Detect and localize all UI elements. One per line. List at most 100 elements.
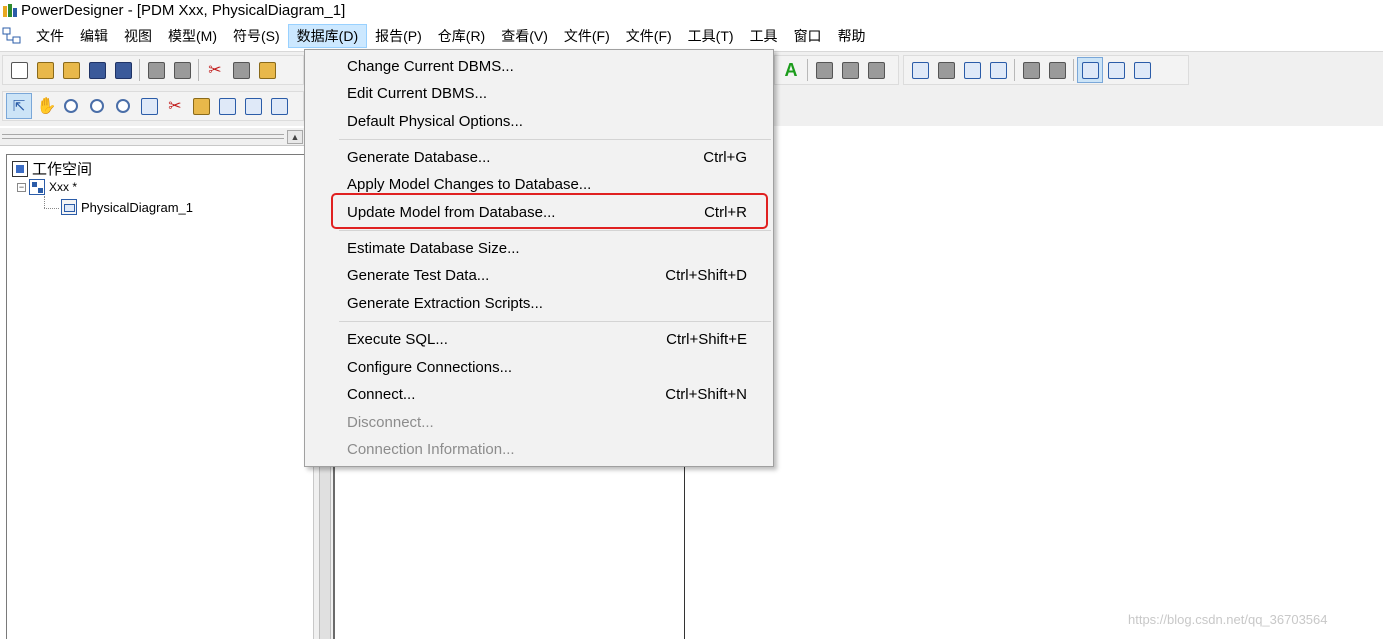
- tree-workspace[interactable]: 工作空间: [12, 158, 92, 179]
- menu-view[interactable]: 视图: [116, 24, 160, 48]
- menu-configure-connections[interactable]: Configure Connections...: [305, 354, 773, 381]
- table-icon: [218, 97, 236, 115]
- open-diagram-button[interactable]: [110, 93, 136, 119]
- package-tool-button[interactable]: [188, 93, 214, 119]
- format-button-1[interactable]: [811, 57, 837, 83]
- menu-item-label: Apply Model Changes to Database...: [347, 176, 592, 193]
- browser-grip[interactable]: [2, 134, 284, 139]
- browser-collapse-arrow[interactable]: ▲: [287, 130, 303, 144]
- menu-connect[interactable]: Connect... Ctrl+Shift+N: [305, 381, 773, 408]
- menu-item-label: Connection Information...: [347, 441, 515, 458]
- menu-help[interactable]: 帮助: [830, 24, 874, 48]
- menu-report[interactable]: 报告(P): [367, 24, 430, 48]
- menu-inspect[interactable]: 查看(V): [493, 24, 556, 48]
- scissors-icon: ✂: [168, 97, 182, 115]
- menu-file-3[interactable]: 文件(F): [618, 24, 680, 48]
- menu-item-label: Execute SQL...: [347, 331, 448, 348]
- menu-generate-test-data[interactable]: Generate Test Data... Ctrl+Shift+D: [305, 262, 773, 289]
- menu-item-label: Edit Current DBMS...: [347, 85, 488, 102]
- paste-button[interactable]: [254, 57, 280, 83]
- layout-icon: [937, 61, 955, 79]
- menu-separator: [339, 230, 771, 231]
- splitter-handle[interactable]: [319, 458, 331, 639]
- layout-button-3[interactable]: [959, 57, 985, 83]
- font-color-button[interactable]: A: [778, 57, 804, 83]
- menu-tools-2[interactable]: 工具: [742, 24, 786, 48]
- tree-diagram[interactable]: PhysicalDiagram_1: [61, 199, 193, 215]
- menu-file[interactable]: 文件: [28, 24, 72, 48]
- tree-model[interactable]: − Xxx *: [17, 179, 77, 195]
- magnifier-icon: [116, 99, 130, 113]
- menu-tools[interactable]: 工具(T): [680, 24, 742, 48]
- menu-generate-extraction-scripts[interactable]: Generate Extraction Scripts...: [305, 290, 773, 317]
- menu-item-label: Configure Connections...: [347, 359, 513, 376]
- menu-repository[interactable]: 仓库(R): [430, 24, 493, 48]
- format-icon: [815, 61, 833, 79]
- arrow-left-icon: [841, 61, 859, 79]
- menu-database[interactable]: 数据库(D): [287, 24, 368, 48]
- table-tool-button[interactable]: [214, 93, 240, 119]
- collapse-toggle[interactable]: −: [17, 182, 26, 192]
- physical-diagram-icon: [61, 199, 77, 215]
- open-button[interactable]: [58, 57, 84, 83]
- copy-button[interactable]: [228, 57, 254, 83]
- delete-tool-button[interactable]: ✂: [162, 93, 188, 119]
- text-color-icon: A: [784, 59, 798, 80]
- diagram-label: PhysicalDiagram_1: [81, 199, 193, 215]
- menu-item-label: Estimate Database Size...: [347, 240, 520, 257]
- zoom-in-button[interactable]: [58, 93, 84, 119]
- layout-button-4[interactable]: [985, 57, 1011, 83]
- new-document-icon: [10, 61, 28, 79]
- print-button[interactable]: [169, 57, 195, 83]
- browser-pane-header: ▲: [0, 128, 305, 146]
- menu-item-label: Generate Extraction Scripts...: [347, 295, 543, 312]
- menu-file-2[interactable]: 文件(F): [556, 24, 618, 48]
- menu-edit[interactable]: 编辑: [72, 24, 116, 48]
- pointer-tool-button[interactable]: ⇱: [6, 93, 32, 119]
- hand-icon: ✋: [36, 97, 57, 115]
- menu-change-current-dbms[interactable]: Change Current DBMS...: [305, 53, 773, 80]
- menu-model[interactable]: 模型(M): [160, 24, 225, 48]
- menu-execute-sql[interactable]: Execute SQL... Ctrl+Shift+E: [305, 326, 773, 353]
- print-preview-button[interactable]: [143, 57, 169, 83]
- open-project-button[interactable]: [32, 57, 58, 83]
- menu-generate-database[interactable]: Generate Database... Ctrl+G: [305, 144, 773, 171]
- align-button-1[interactable]: [1018, 57, 1044, 83]
- menu-window[interactable]: 窗口: [786, 24, 830, 48]
- arrow-right-icon: [867, 61, 885, 79]
- arrow-left-button[interactable]: [837, 57, 863, 83]
- reference-tool-button[interactable]: [266, 93, 292, 119]
- toolbar-separator: [1073, 59, 1074, 81]
- align-button-2[interactable]: [1044, 57, 1070, 83]
- menu-item-shortcut: Ctrl+Shift+N: [665, 386, 747, 403]
- output-toggle-button[interactable]: [1103, 57, 1129, 83]
- pages-icon: [989, 61, 1007, 79]
- cut-button[interactable]: ✂: [202, 57, 228, 83]
- menu-connection-information: Connection Information...: [305, 436, 773, 463]
- zoom-out-button[interactable]: [84, 93, 110, 119]
- browser-toggle-button[interactable]: [1077, 57, 1103, 83]
- properties-icon: [140, 97, 158, 115]
- standard-toolbar: ✂: [2, 55, 304, 85]
- layout-button-2[interactable]: [933, 57, 959, 83]
- menu-item-shortcut: Ctrl+Shift+D: [665, 267, 747, 284]
- menu-symbol[interactable]: 符号(S): [225, 24, 288, 48]
- menu-default-physical-options[interactable]: Default Physical Options...: [305, 108, 773, 135]
- save-button[interactable]: [84, 57, 110, 83]
- result-list-icon: [1133, 61, 1151, 79]
- arrow-right-button[interactable]: [863, 57, 889, 83]
- grabber-tool-button[interactable]: ✋: [32, 93, 58, 119]
- menu-edit-current-dbms[interactable]: Edit Current DBMS...: [305, 80, 773, 107]
- properties-button[interactable]: [136, 93, 162, 119]
- menu-item-label: Generate Test Data...: [347, 267, 490, 284]
- model-menu-icon[interactable]: [2, 26, 22, 46]
- physical-model-icon: [29, 179, 45, 195]
- print-icon: [173, 61, 191, 79]
- new-button[interactable]: [6, 57, 32, 83]
- save-all-button[interactable]: [110, 57, 136, 83]
- result-list-button[interactable]: [1129, 57, 1155, 83]
- view-tool-button[interactable]: [240, 93, 266, 119]
- palette-toolbar: ⇱ ✋ ✂: [2, 91, 304, 121]
- menu-estimate-database-size[interactable]: Estimate Database Size...: [305, 235, 773, 262]
- layout-button-1[interactable]: [907, 57, 933, 83]
